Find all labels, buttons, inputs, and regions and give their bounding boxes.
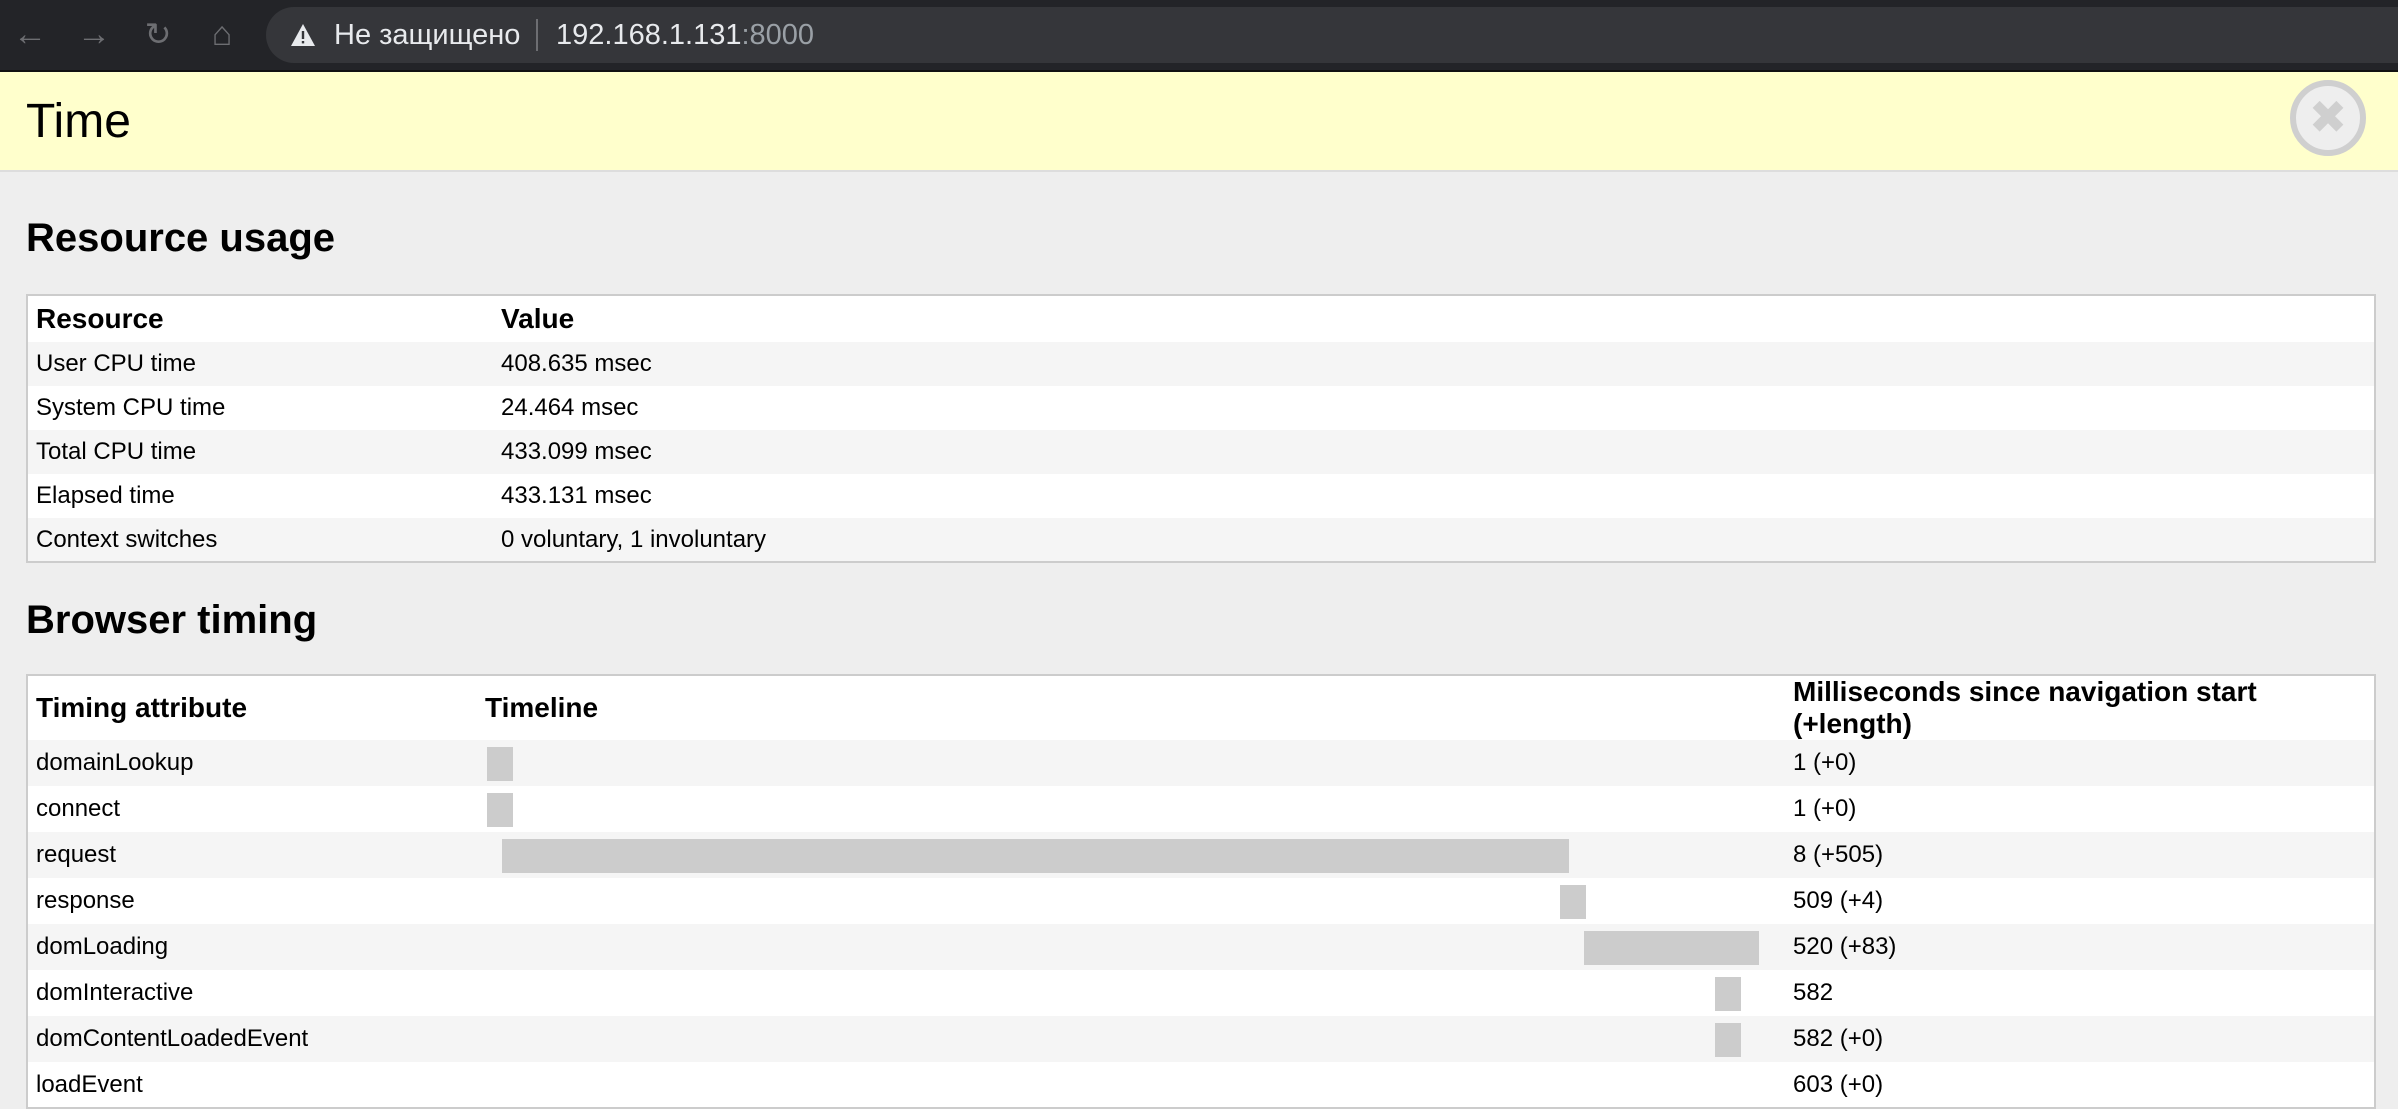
timeline-bar — [1560, 885, 1587, 919]
timing-milliseconds: 582 — [1793, 979, 1834, 1006]
resource-name: Total CPU time — [27, 430, 493, 474]
timing-milliseconds: 1 (+0) — [1785, 740, 2375, 786]
table-row: domLoading 520 (+83) — [27, 924, 2375, 970]
resource-usage-heading: Resource usage — [26, 216, 336, 260]
timeline-bar — [487, 747, 514, 781]
table-row: response 509 (+4) — [27, 878, 2375, 924]
timeline-cell — [477, 786, 1785, 832]
back-arrow-icon[interactable]: ← — [10, 14, 50, 54]
column-header-resource: Resource — [36, 303, 164, 334]
resource-value: 24.464 msec — [501, 394, 639, 421]
browser-toolbar: ← → ↻ ⌂ Не защищено 192.168.1.131:8000 — [0, 0, 2398, 72]
column-header-timing-attribute: Timing attribute — [36, 692, 248, 723]
url-text[interactable]: 192.168.1.131:8000 — [556, 19, 814, 52]
table-row: System CPU time 24.464 msec — [27, 386, 2375, 430]
resource-name: Elapsed time — [36, 482, 175, 509]
timeline-bar — [1714, 1023, 1741, 1057]
resource-value: 408.635 msec — [493, 342, 2375, 386]
resource-name: Context switches — [27, 518, 493, 562]
table-row: Elapsed time 433.131 msec — [27, 474, 2375, 518]
timeline-cell — [477, 878, 1785, 924]
forward-arrow-icon[interactable]: → — [74, 14, 114, 54]
timeline-bar — [1583, 931, 1759, 965]
timing-attribute: loadEvent — [36, 1070, 143, 1098]
resource-name: System CPU time — [36, 394, 226, 421]
timing-attribute: request — [27, 832, 477, 878]
home-icon[interactable]: ⌂ — [202, 14, 242, 54]
timing-milliseconds: 582 (+0) — [1785, 1016, 2375, 1062]
timing-attribute: response — [36, 887, 135, 914]
table-row: domainLookup 1 (+0) — [27, 740, 2375, 786]
column-header-value: Value — [501, 303, 575, 334]
url-divider — [536, 19, 538, 51]
resource-usage-table: Resource Value User CPU time 408.635 msec… — [26, 294, 2376, 563]
timing-attribute: domContentLoadedEvent — [27, 1016, 477, 1062]
table-row: Total CPU time 433.099 msec — [27, 430, 2375, 474]
timing-attribute: domInteractive — [36, 979, 194, 1006]
browser-timing-heading: Browser timing — [26, 598, 318, 642]
url-port: :8000 — [741, 19, 815, 51]
column-header-milliseconds: Milliseconds since navigation start (+le… — [1793, 676, 2257, 739]
table-row: Context switches 0 voluntary, 1 involunta… — [27, 518, 2375, 562]
reload-icon[interactable]: ↻ — [138, 14, 178, 54]
resource-value: 433.099 msec — [493, 430, 2375, 474]
timeline-cell — [477, 832, 1785, 878]
resource-value: 0 voluntary, 1 involuntary — [493, 518, 2375, 562]
timing-milliseconds: 8 (+505) — [1785, 832, 2375, 878]
table-row: loadEvent 603 (+0) — [27, 1062, 2375, 1108]
address-bar[interactable]: Не защищено 192.168.1.131:8000 — [266, 7, 2398, 63]
timeline-cell — [477, 1016, 1785, 1062]
column-header-timeline: Timeline — [485, 692, 599, 723]
timing-attribute: domainLookup — [27, 740, 477, 786]
timing-milliseconds: 1 (+0) — [1793, 795, 1857, 822]
table-row: connect 1 (+0) — [27, 786, 2375, 832]
panel-title-bar: Time — [0, 72, 2398, 172]
table-row: User CPU time 408.635 msec — [27, 342, 2375, 386]
timing-milliseconds: 509 (+4) — [1793, 887, 1884, 914]
timeline-cell — [477, 740, 1785, 786]
close-panel-button[interactable]: ✖ — [2290, 80, 2366, 156]
warning-icon — [291, 24, 315, 46]
timing-milliseconds: 603 (+0) — [1793, 1070, 1884, 1098]
table-row: domContentLoadedEvent 582 (+0) — [27, 1016, 2375, 1062]
timing-attribute: connect — [36, 795, 121, 822]
timeline-bar — [487, 793, 514, 827]
timing-milliseconds: 520 (+83) — [1785, 924, 2375, 970]
timing-attribute: domLoading — [27, 924, 477, 970]
resource-value: 433.131 msec — [501, 482, 652, 509]
timeline-cell — [477, 924, 1785, 970]
browser-timing-table: Timing attribute Timeline Milliseconds s… — [26, 674, 2376, 1109]
table-row: domInteractive 582 — [27, 970, 2375, 1016]
resource-name: User CPU time — [27, 342, 493, 386]
url-host: 192.168.1.131 — [556, 19, 742, 51]
table-row: request 8 (+505) — [27, 832, 2375, 878]
panel-title: Time — [26, 95, 131, 148]
not-secure-label[interactable]: Не защищено — [334, 19, 520, 52]
timeline-cell — [477, 970, 1785, 1016]
timeline-bar — [1714, 977, 1741, 1011]
timeline-cell — [477, 1062, 1785, 1108]
timeline-bar — [501, 839, 1569, 873]
